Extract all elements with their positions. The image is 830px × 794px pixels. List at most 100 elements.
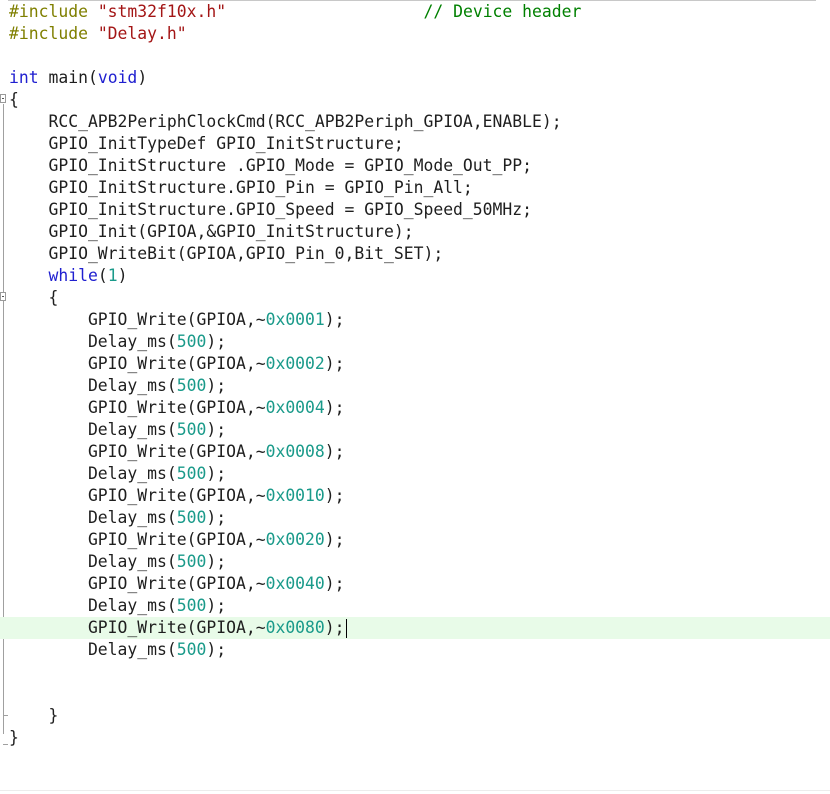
code-line[interactable]: Delay_ms(500); [0, 463, 830, 485]
code-token: GPIO_Write(GPIOA,~ [9, 530, 266, 549]
code-token: ); [324, 442, 345, 461]
code-token: GPIO_InitStructure.GPIO_Speed = GPIO_Spe… [9, 200, 533, 219]
code-line[interactable]: RCC_APB2PeriphClockCmd(RCC_APB2Periph_GP… [0, 111, 830, 133]
code-line[interactable]: } [0, 705, 830, 727]
code-token: ); [324, 530, 345, 549]
code-line[interactable]: { [0, 287, 830, 309]
code-token: ); [206, 596, 227, 615]
code-token: Delay_ms( [9, 640, 177, 659]
code-token: 500 [176, 420, 207, 439]
code-line[interactable]: Delay_ms(500); [0, 419, 830, 441]
code-token: void [97, 68, 138, 87]
code-token: GPIO_Write(GPIOA,~ [9, 442, 266, 461]
code-line[interactable]: GPIO_InitStructure .GPIO_Mode = GPIO_Mod… [0, 155, 830, 177]
code-token: 0x0008 [265, 442, 325, 461]
code-line[interactable]: Delay_ms(500); [0, 551, 830, 573]
code-token: GPIO_WriteBit(GPIOA,GPIO_Pin_0,Bit_SET); [9, 244, 444, 263]
code-token: ( [97, 266, 108, 285]
code-token: ) [117, 266, 128, 285]
code-token: Delay_ms( [9, 552, 177, 571]
code-line[interactable]: GPIO_InitStructure.GPIO_Speed = GPIO_Spe… [0, 199, 830, 221]
code-line[interactable]: GPIO_Write(GPIOA,~0x0008); [0, 441, 830, 463]
code-line[interactable]: GPIO_Write(GPIOA,~0x0002); [0, 353, 830, 375]
current-code-line[interactable]: GPIO_Write(GPIOA,~0x0080); [0, 617, 830, 639]
code-line[interactable]: #include "Delay.h" [0, 23, 830, 45]
code-token: 0x0001 [265, 310, 325, 329]
code-token: 500 [176, 596, 207, 615]
code-token: 0x0080 [265, 618, 325, 637]
code-token: ); [324, 618, 345, 637]
code-token: ); [324, 574, 345, 593]
bottom-border [0, 790, 830, 791]
code-line[interactable]: GPIO_Write(GPIOA,~0x0001); [0, 309, 830, 331]
code-token: GPIO_Write(GPIOA,~ [9, 486, 266, 505]
code-token: Delay_ms( [9, 464, 177, 483]
code-token: 0x0020 [265, 530, 325, 549]
code-line[interactable]: GPIO_Init(GPIOA,&GPIO_InitStructure); [0, 221, 830, 243]
code-line[interactable]: Delay_ms(500); [0, 375, 830, 397]
code-token: { [9, 90, 19, 109]
code-token: Delay_ms( [9, 508, 177, 527]
code-token: GPIO_InitTypeDef GPIO_InitStructure; [9, 134, 404, 153]
code-token: ); [206, 508, 227, 527]
code-line[interactable]: GPIO_InitTypeDef GPIO_InitStructure; [0, 133, 830, 155]
code-line[interactable]: GPIO_Write(GPIOA,~0x0004); [0, 397, 830, 419]
code-token: { [9, 288, 59, 307]
code-token: 1 [107, 266, 118, 285]
code-token: ); [324, 354, 345, 373]
code-token: 0x0040 [265, 574, 325, 593]
code-token: ); [324, 310, 345, 329]
code-line[interactable]: GPIO_Write(GPIOA,~0x0020); [0, 529, 830, 551]
code-line[interactable]: while(1) [0, 265, 830, 287]
code-token: RCC_APB2PeriphClockCmd(RCC_APB2Periph_GP… [9, 112, 562, 131]
code-line[interactable]: Delay_ms(500); [0, 639, 830, 661]
code-token: Delay_ms( [9, 596, 177, 615]
text-caret [345, 619, 347, 638]
code-line[interactable]: Delay_ms(500); [0, 331, 830, 353]
code-lines[interactable]: #include "stm32f10x.h" // Device header #… [0, 1, 830, 749]
code-token: int [9, 68, 39, 87]
code-line[interactable]: int main(void) [0, 67, 830, 89]
code-token: // Device header [423, 2, 582, 21]
code-line[interactable]: GPIO_Write(GPIOA,~0x0040); [0, 573, 830, 595]
code-editor[interactable]: #include "stm32f10x.h" // Device header #… [0, 0, 830, 794]
code-token: GPIO_Write(GPIOA,~ [9, 354, 266, 373]
code-line[interactable] [0, 45, 830, 67]
code-token: } [9, 706, 59, 725]
code-token: GPIO_Write(GPIOA,~ [9, 398, 266, 417]
code-token: 500 [176, 376, 207, 395]
code-line[interactable]: GPIO_InitStructure.GPIO_Pin = GPIO_Pin_A… [0, 177, 830, 199]
code-token: 0x0010 [265, 486, 325, 505]
code-token: ); [206, 420, 227, 439]
code-token: #include [9, 2, 98, 21]
code-token: GPIO_Write(GPIOA,~ [9, 310, 266, 329]
code-line[interactable]: Delay_ms(500); [0, 595, 830, 617]
code-line[interactable] [0, 661, 830, 683]
code-token: GPIO_Init(GPIOA,&GPIO_InitStructure); [9, 222, 414, 241]
code-token: Delay_ms( [9, 376, 177, 395]
code-token: 0x0002 [265, 354, 325, 373]
code-token: ) [137, 68, 148, 87]
code-token: GPIO_InitStructure.GPIO_Pin = GPIO_Pin_A… [9, 178, 473, 197]
code-line[interactable] [0, 683, 830, 705]
code-token: "stm32f10x.h" [97, 2, 227, 21]
code-token: GPIO_InitStructure .GPIO_Mode = GPIO_Mod… [9, 156, 533, 175]
code-line[interactable]: #include "stm32f10x.h" // Device header [0, 1, 830, 23]
code-token: "Delay.h" [97, 24, 187, 43]
code-token: } [9, 728, 19, 747]
code-token: 0x0004 [265, 398, 325, 417]
code-line[interactable]: } [0, 727, 830, 749]
code-token: ); [324, 398, 345, 417]
code-token: 500 [176, 508, 207, 527]
code-line[interactable]: Delay_ms(500); [0, 507, 830, 529]
code-token: Delay_ms( [9, 420, 177, 439]
code-line[interactable]: GPIO_Write(GPIOA,~0x0010); [0, 485, 830, 507]
code-token: 500 [176, 640, 207, 659]
code-token: 500 [176, 464, 207, 483]
code-line[interactable]: { [0, 89, 830, 111]
code-token: 500 [176, 552, 207, 571]
code-token: while [48, 266, 98, 285]
code-line[interactable]: GPIO_WriteBit(GPIOA,GPIO_Pin_0,Bit_SET); [0, 243, 830, 265]
